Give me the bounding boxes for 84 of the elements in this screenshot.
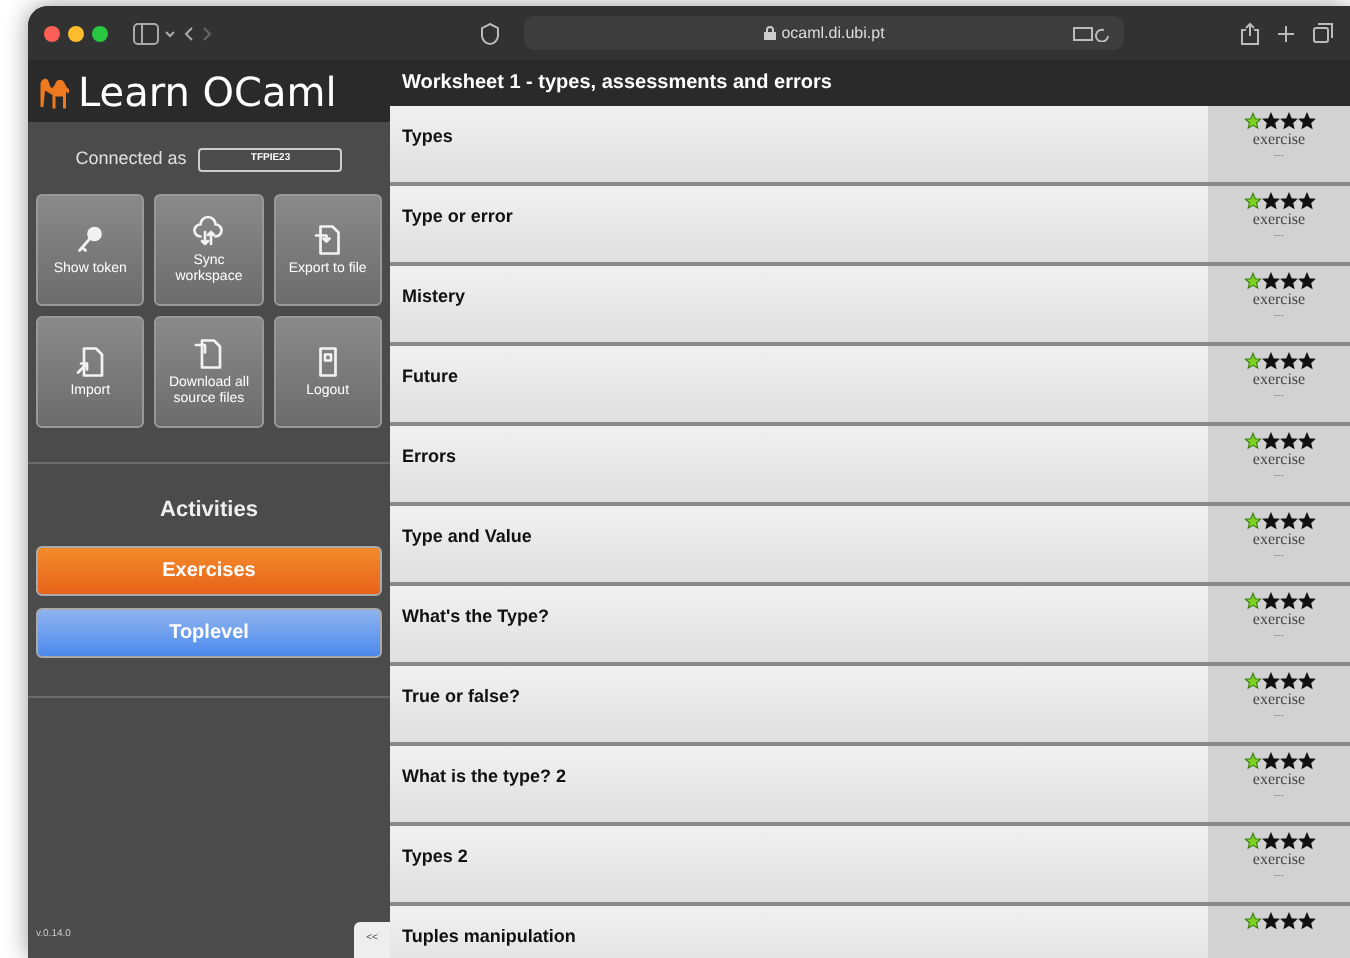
cloud-sync-icon: [190, 213, 227, 249]
star-icon: [1261, 832, 1279, 850]
star-icon: [1261, 192, 1279, 210]
shield-icon: [480, 21, 500, 45]
star-icon: [1261, 512, 1279, 530]
star-icon: [1243, 112, 1261, 130]
star-icon: [1297, 752, 1315, 770]
star-icon: [1279, 512, 1297, 530]
exercise-kind: exercise: [1252, 850, 1306, 870]
exercise-title: Mistery: [402, 286, 466, 306]
star-icon: [1279, 672, 1297, 690]
star-icon: [1297, 272, 1315, 290]
star-icon: [1297, 192, 1315, 210]
address-bar[interactable]: ocaml.di.ubi.pt: [524, 16, 1124, 50]
star-icon: [1261, 672, 1279, 690]
share-newtab-tabs-icon[interactable]: [1238, 21, 1334, 45]
star-icon: [1243, 432, 1261, 450]
exercise-kind: exercise: [1252, 210, 1306, 230]
exercise-title: Errors: [402, 446, 457, 466]
star-icon: [1261, 272, 1279, 290]
star-icon: [1243, 592, 1261, 610]
activities-title: Activities: [158, 495, 260, 525]
star-icon: [1243, 192, 1261, 210]
star-icon: [1297, 832, 1315, 850]
exercise-title: What is the type? 2: [402, 766, 567, 786]
exercise-kind: exercise: [1252, 690, 1306, 710]
star-icon: [1261, 432, 1279, 450]
app-title: Learn OCaml: [78, 71, 337, 111]
star-icon: [1279, 752, 1297, 770]
exercise-title: Future: [402, 366, 458, 386]
translate-reload-icon[interactable]: [1072, 25, 1112, 41]
lock-icon: [763, 26, 776, 40]
star-icon: [1261, 352, 1279, 370]
star-icon: [1261, 752, 1279, 770]
exercise-title: What's the Type?: [402, 606, 549, 626]
exercise-kind: exercise: [1252, 610, 1306, 630]
exercise-title: Type and Value: [402, 526, 532, 546]
exercise-kind: exercise: [1252, 450, 1306, 470]
star-icon: [1243, 272, 1261, 290]
star-icon: [1279, 592, 1297, 610]
star-icon: [1297, 432, 1315, 450]
star-icon: [1297, 512, 1315, 530]
star-icon: [1297, 352, 1315, 370]
close-icon[interactable]: [44, 25, 60, 41]
exercise-row[interactable]: Tuples manipulation: [390, 906, 1350, 958]
star-icon: [1279, 192, 1297, 210]
star-icon: [1261, 592, 1279, 610]
maximize-icon[interactable]: [92, 25, 108, 41]
star-icon: [1279, 352, 1297, 370]
star-icon: [1279, 912, 1297, 930]
star-icon: [1279, 832, 1297, 850]
sidebar-toggle-icon[interactable]: [132, 21, 212, 45]
star-icon: [1297, 672, 1315, 690]
exercise-kind: exercise: [1252, 770, 1306, 790]
star-icon: [1297, 592, 1315, 610]
star-icon: [1261, 912, 1279, 930]
star-icon: [1261, 112, 1279, 130]
file-import-icon: [72, 343, 109, 379]
exercise-kind: exercise: [1252, 530, 1306, 550]
file-download-icon: [190, 335, 227, 371]
star-icon: [1297, 912, 1315, 930]
minimize-icon[interactable]: [68, 25, 84, 41]
star-icon: [1279, 272, 1297, 290]
star-icon: [1243, 512, 1261, 530]
star-icon: [1243, 912, 1261, 930]
exercise-title: Type or error: [402, 206, 513, 226]
star-icon: [1243, 752, 1261, 770]
star-icon: [1279, 432, 1297, 450]
exercise-title: Types: [402, 126, 453, 146]
exercise-kind: exercise: [1252, 290, 1306, 310]
connected-label: Connected as: [75, 146, 187, 172]
exercise-kind: exercise: [1252, 130, 1306, 150]
exercise-title: Types 2: [402, 846, 468, 866]
exercise-title: True or false?: [402, 686, 521, 706]
address-text: ocaml.di.ubi.pt: [781, 21, 885, 45]
star-icon: [1279, 112, 1297, 130]
worksheet-title: Worksheet 1 - types, assessments and errors: [402, 70, 832, 98]
star-icon: [1297, 112, 1315, 130]
exercise-kind: exercise: [1252, 370, 1306, 390]
star-icon: [1243, 352, 1261, 370]
star-icon: [1243, 672, 1261, 690]
star-icon: [1243, 832, 1261, 850]
exercise-title: Tuples manipulation: [402, 926, 576, 946]
file-export-icon: [309, 221, 346, 257]
